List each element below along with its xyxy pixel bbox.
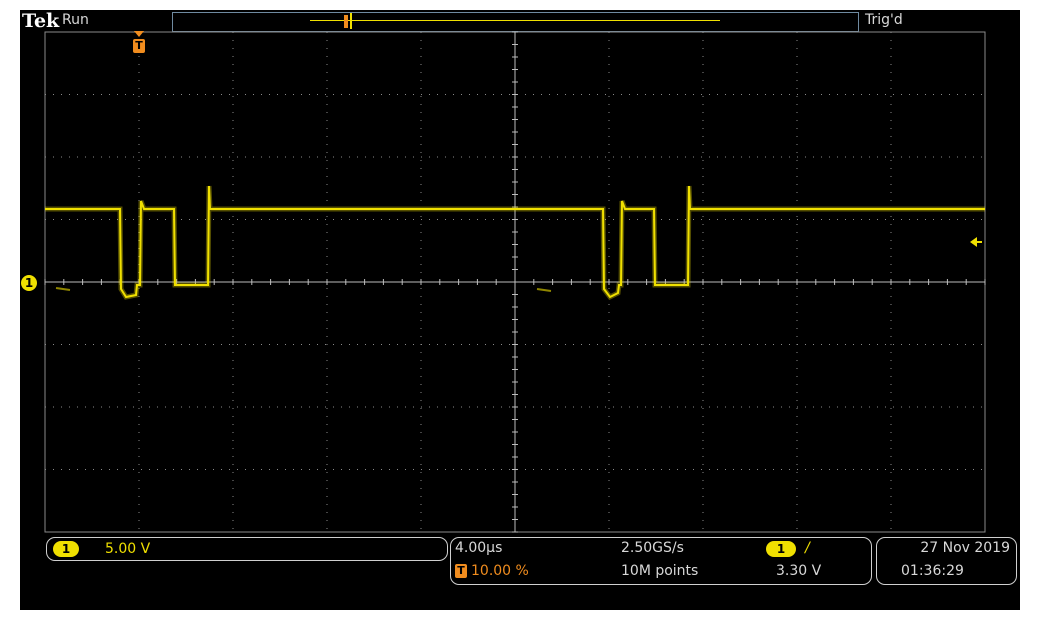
waveform-artifact — [55, 287, 71, 291]
datetime-panel[interactable]: 27 Nov 2019 01:36:29 — [876, 537, 1017, 585]
sample-rate: 2.50GS/s — [621, 540, 684, 556]
channel1-scale: 5.00 V — [105, 541, 151, 557]
oscilloscope-screen: Tek Run Trig'd T 1 1 5.00 V 4.00µs T 10.… — [20, 10, 1020, 610]
trigger-slope-rising-icon: / — [805, 540, 810, 556]
trigger-level-tail — [976, 241, 982, 243]
time: 01:36:29 — [901, 563, 964, 579]
trigger-position-badge: T — [455, 564, 467, 578]
record-length: 10M points — [621, 563, 699, 579]
trigger-source-badge: 1 — [766, 541, 796, 557]
trigger-position-arrow-icon — [134, 31, 144, 37]
waveform-artifact — [536, 288, 552, 292]
waveform-display — [44, 31, 986, 533]
trigger-level: 3.30 V — [776, 563, 822, 579]
timebase-trigger-panel[interactable]: 4.00µs T 10.00 % 2.50GS/s 10M points 1 /… — [450, 537, 872, 585]
channel1-ground-marker[interactable]: 1 — [21, 275, 37, 291]
horizontal-scale: 4.00µs — [455, 540, 503, 556]
channel1-badge: 1 — [53, 541, 79, 557]
trigger-position-percent: 10.00 % — [471, 563, 529, 579]
date: 27 Nov 2019 — [920, 540, 1010, 556]
channel1-scale-panel[interactable]: 1 5.00 V — [46, 537, 448, 561]
trigger-position-marker[interactable]: T — [133, 39, 145, 53]
